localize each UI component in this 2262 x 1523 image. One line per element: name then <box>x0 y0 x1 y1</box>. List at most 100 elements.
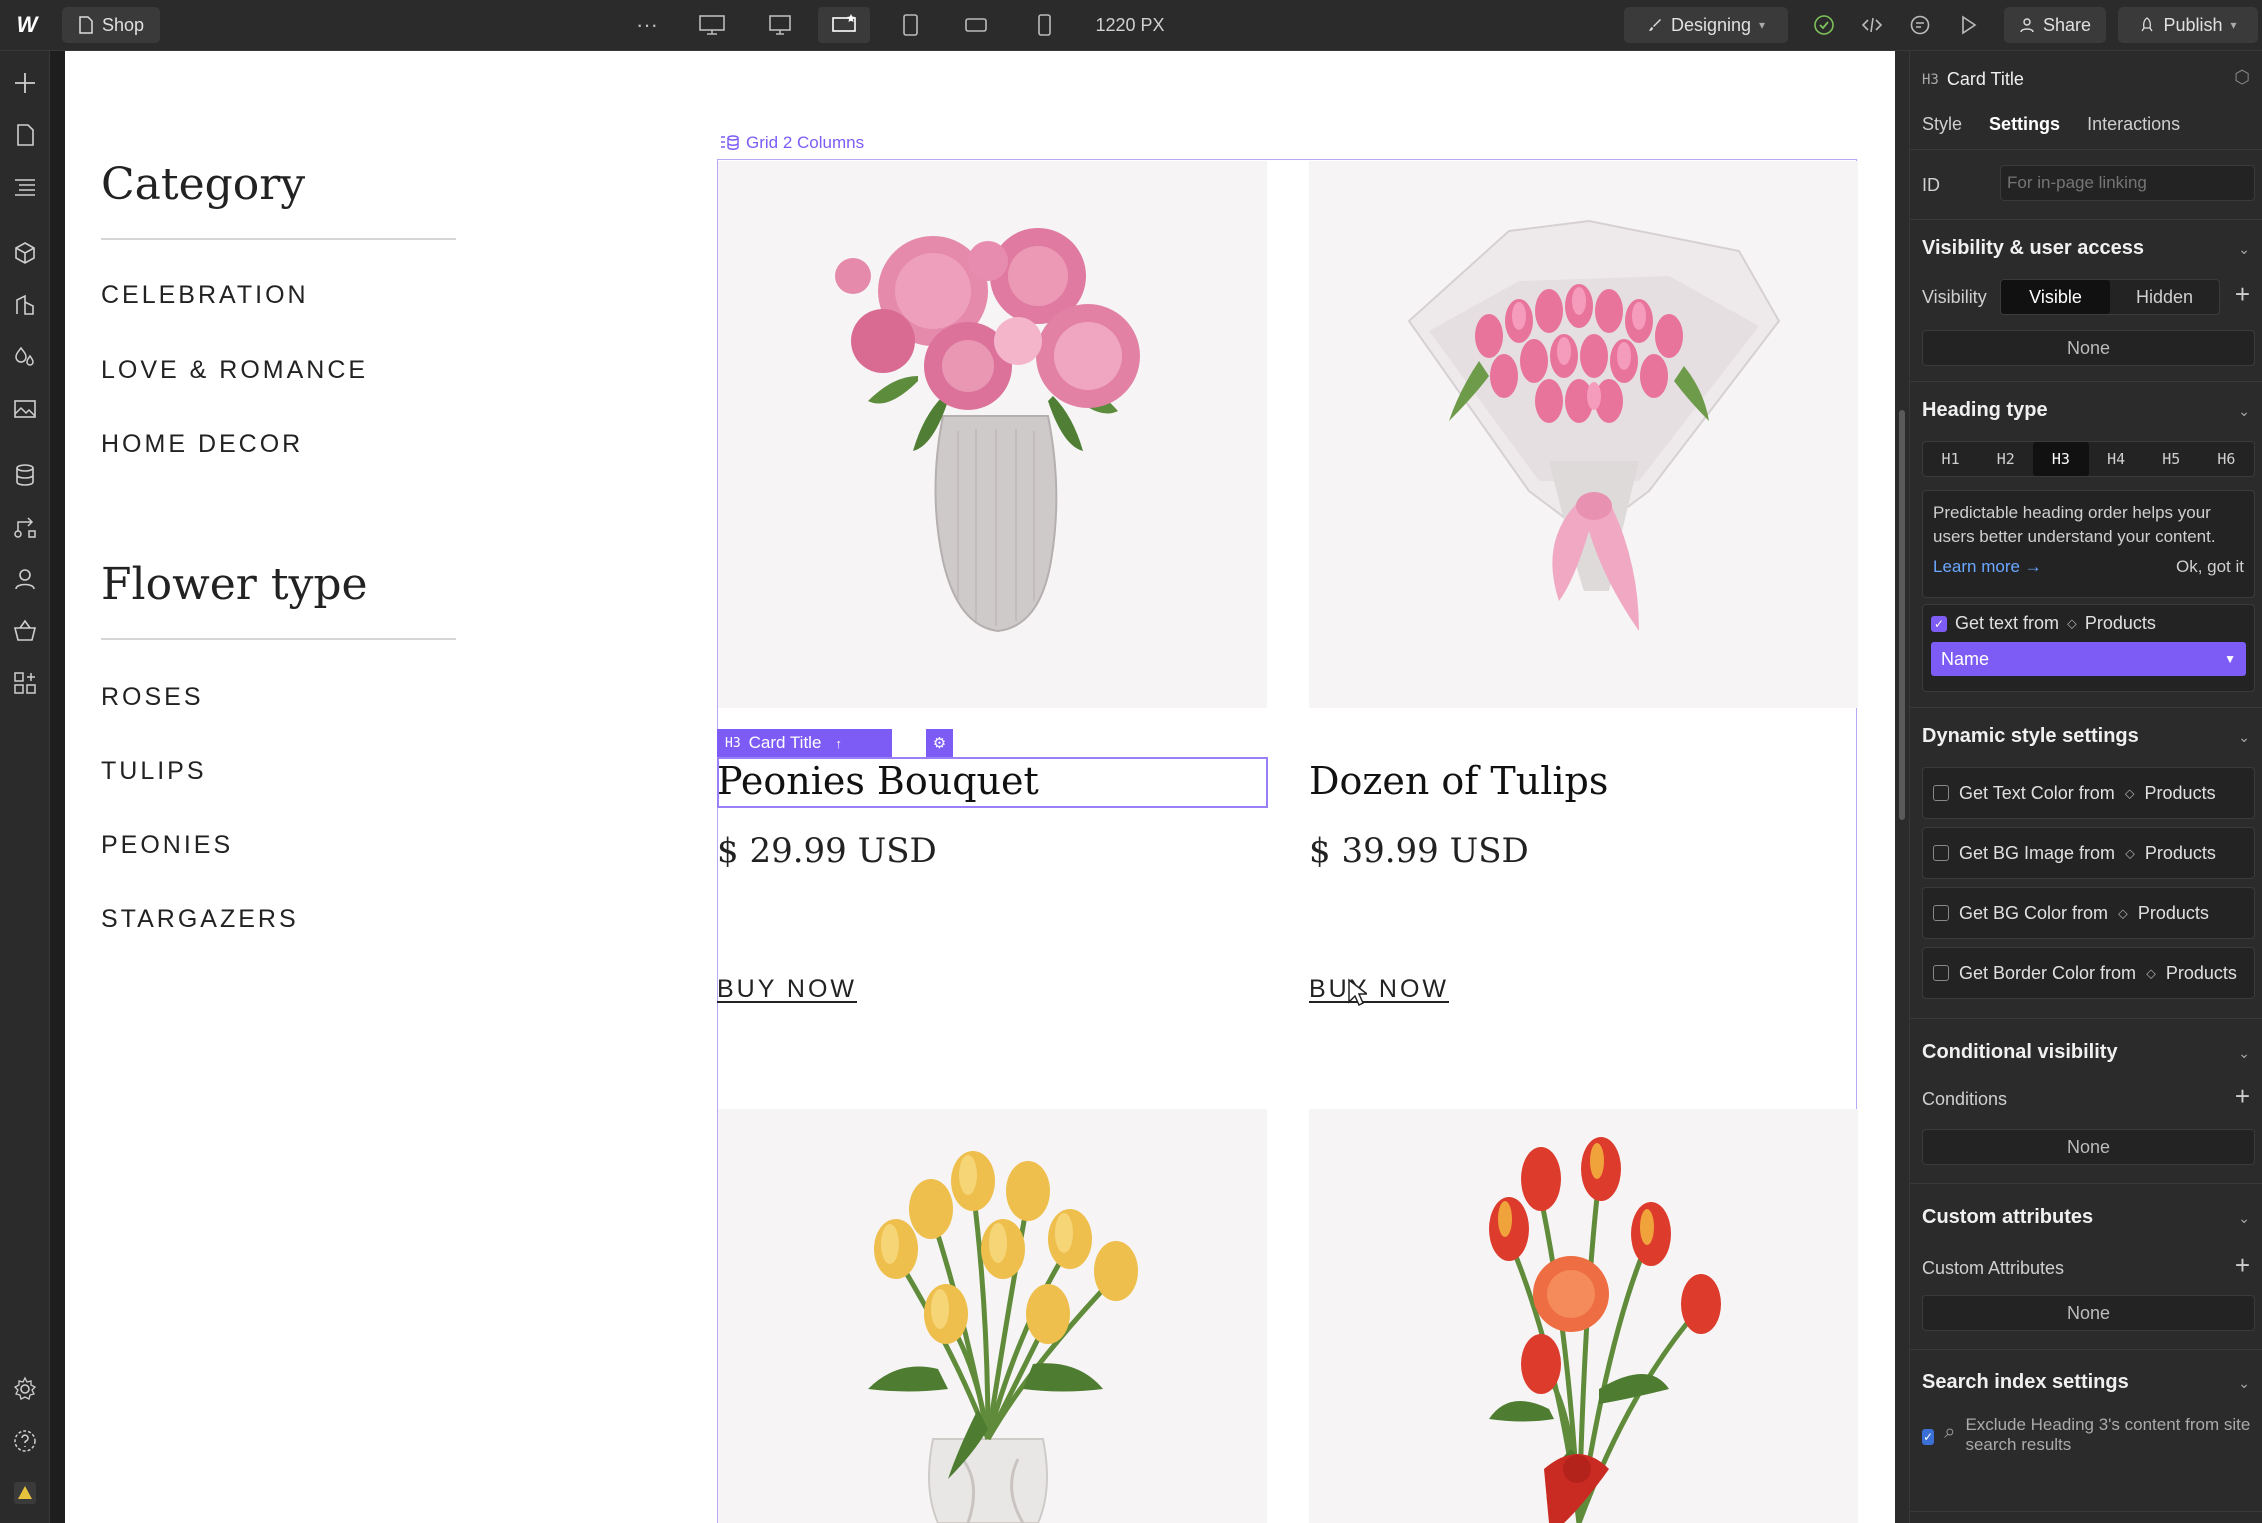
code-export-button[interactable] <box>1854 7 1890 43</box>
cms-icon[interactable] <box>11 461 39 489</box>
get-text-checkbox[interactable]: ✓ <box>1931 615 1947 632</box>
search-index-section-title[interactable]: Search index settings <box>1922 1371 2129 1394</box>
share-button[interactable]: Share <box>2004 7 2106 43</box>
dynamic-style-section-title[interactable]: Dynamic style settings <box>1922 725 2139 748</box>
buy-now-link[interactable]: BUY NOW <box>1309 975 1449 1004</box>
help-icon[interactable] <box>11 1427 39 1455</box>
logic-icon[interactable] <box>11 513 39 541</box>
dynamic-bg-color-row[interactable]: Get BG Color from ⬦ Products <box>1922 887 2255 939</box>
page-switcher[interactable]: Shop <box>62 7 160 43</box>
flower-type-heading[interactable]: Flower type <box>101 559 368 610</box>
pages-icon[interactable] <box>11 121 39 149</box>
element-settings-gear-icon[interactable]: ⚙ <box>926 729 953 757</box>
category-heading[interactable]: Category <box>101 159 305 210</box>
users-icon[interactable] <box>11 565 39 593</box>
product-title[interactable]: Dozen of Tulips <box>1309 759 1608 803</box>
heading-option-h6[interactable]: H6 <box>2199 442 2254 476</box>
checkbox[interactable] <box>1933 965 1949 981</box>
buy-now-link[interactable]: BUY NOW <box>717 975 857 1004</box>
visibility-hidden-option[interactable]: Hidden <box>2110 280 2219 314</box>
chevron-down-icon[interactable]: ⌄ <box>2238 403 2250 420</box>
grid-element-label[interactable]: Grid 2 Columns <box>720 133 864 153</box>
ok-got-it-button[interactable]: Ok, got it <box>2176 557 2244 577</box>
settings-gear-icon[interactable] <box>11 1375 39 1403</box>
chevron-down-icon[interactable]: ⌄ <box>2238 1045 2250 1062</box>
tab-interactions[interactable]: Interactions <box>2087 114 2180 134</box>
checkbox[interactable] <box>1933 905 1949 921</box>
selected-element-tag[interactable]: H3 Card Title ↑ <box>717 729 892 757</box>
breakpoint-base[interactable] <box>818 7 870 43</box>
visibility-none[interactable]: None <box>1922 330 2255 366</box>
custom-attributes-none[interactable]: None <box>1922 1295 2255 1331</box>
learn-more-link[interactable]: Learn more → <box>1933 557 2042 577</box>
chevron-down-icon[interactable]: ⌄ <box>2238 1375 2250 1392</box>
breakpoint-mobile-portrait[interactable] <box>1018 7 1070 43</box>
chevron-down-icon[interactable]: ⌄ <box>2238 729 2250 746</box>
breakpoint-tablet[interactable] <box>884 7 936 43</box>
dynamic-text-color-row[interactable]: Get Text Color from ⬦ Products <box>1922 767 2255 819</box>
checkbox[interactable] <box>1933 845 1949 861</box>
canvas-scrollbar-thumb[interactable] <box>1899 410 1905 820</box>
variables-icon[interactable] <box>11 291 39 319</box>
heading-type-section-title[interactable]: Heading type <box>1922 399 2048 422</box>
assets-icon[interactable] <box>11 395 39 423</box>
add-attribute-icon[interactable]: + <box>2235 1250 2250 1281</box>
chevron-down-icon[interactable]: ⌄ <box>2238 1210 2250 1227</box>
product-image[interactable] <box>1309 161 1858 708</box>
add-condition-icon[interactable]: + <box>2235 1081 2250 1112</box>
comments-button[interactable] <box>1902 7 1938 43</box>
publish-status-check[interactable] <box>1806 7 1842 43</box>
arrow-up-icon[interactable]: ↑ <box>835 736 842 751</box>
product-price[interactable]: $ 39.99 USD <box>1309 831 1529 871</box>
heading-option-h2[interactable]: H2 <box>1978 442 2033 476</box>
breakpoint-mobile-landscape[interactable] <box>950 7 1002 43</box>
components-icon[interactable] <box>11 239 39 267</box>
category-item[interactable]: HOME DECOR <box>101 430 303 459</box>
product-price[interactable]: $ 29.99 USD <box>717 831 937 871</box>
flower-type-item[interactable]: PEONIES <box>101 831 233 860</box>
id-input[interactable] <box>2000 165 2255 201</box>
chevron-down-icon[interactable]: ⌄ <box>2238 241 2250 258</box>
heading-option-h1[interactable]: H1 <box>1923 442 1978 476</box>
publish-button[interactable]: Publish ▾ <box>2118 7 2258 43</box>
tab-style[interactable]: Style <box>1922 114 1962 134</box>
ecommerce-icon[interactable] <box>11 617 39 645</box>
breakpoint-desktop-large[interactable] <box>686 7 738 43</box>
flower-type-item[interactable]: ROSES <box>101 683 204 712</box>
styles-icon[interactable] <box>11 343 39 371</box>
component-icon[interactable]: ⬡ <box>2234 67 2250 88</box>
more-options-button[interactable]: ··· <box>630 7 664 43</box>
category-item[interactable]: LOVE & ROMANCE <box>101 356 368 385</box>
add-visibility-icon[interactable]: + <box>2235 279 2250 310</box>
conditions-none[interactable]: None <box>1922 1129 2255 1165</box>
design-canvas[interactable]: Category CELEBRATION LOVE & ROMANCE HOME… <box>65 51 1895 1523</box>
product-title[interactable]: Peonies Bouquet <box>717 759 1039 803</box>
navigator-icon[interactable] <box>11 173 39 201</box>
product-image[interactable] <box>718 1109 1267 1523</box>
heading-option-h3[interactable]: H3 <box>2033 442 2089 476</box>
tab-settings[interactable]: Settings <box>1989 114 2060 134</box>
custom-attributes-section-title[interactable]: Custom attributes <box>1922 1206 2093 1229</box>
flower-type-item[interactable]: TULIPS <box>101 757 207 786</box>
webflow-logo[interactable]: W <box>10 7 44 43</box>
mode-dropdown[interactable]: Designing ▾ <box>1624 7 1788 43</box>
visibility-section-title[interactable]: Visibility & user access <box>1922 237 2144 260</box>
search-exclude-checkbox[interactable]: ✓ <box>1922 1429 1935 1445</box>
flower-type-item[interactable]: STARGAZERS <box>101 905 299 934</box>
conditional-visibility-section-title[interactable]: Conditional visibility <box>1922 1041 2118 1064</box>
heading-option-h5[interactable]: H5 <box>2144 442 2199 476</box>
heading-option-h4[interactable]: H4 <box>2089 442 2144 476</box>
add-element-icon[interactable] <box>11 69 39 97</box>
product-image[interactable] <box>1309 1109 1858 1523</box>
checkbox[interactable] <box>1933 785 1949 801</box>
dynamic-bg-image-row[interactable]: Get BG Image from ⬦ Products <box>1922 827 2255 879</box>
category-item[interactable]: CELEBRATION <box>101 281 309 310</box>
breakpoint-desktop[interactable] <box>754 7 806 43</box>
field-select[interactable]: Name ▼ <box>1931 642 2246 676</box>
warning-icon[interactable] <box>11 1479 39 1507</box>
dynamic-border-color-row[interactable]: Get Border Color from ⬦ Products <box>1922 947 2255 999</box>
visibility-visible-option[interactable]: Visible <box>2001 280 2110 314</box>
preview-button[interactable] <box>1950 7 1986 43</box>
apps-icon[interactable] <box>11 669 39 697</box>
product-image[interactable] <box>718 161 1267 708</box>
